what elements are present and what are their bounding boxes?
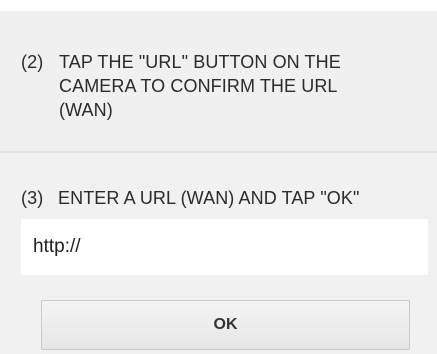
ok-button[interactable]: OK [41, 300, 410, 350]
step3-text: ENTER A URL (WAN) AND TAP "OK" [58, 188, 360, 208]
url-input[interactable] [21, 219, 428, 275]
step2-number: (2) [21, 52, 44, 72]
step2-instruction: (2) TAP THE "URL" BUTTON ON THE CAMERA T… [21, 50, 421, 130]
step3-number: (3) [21, 188, 44, 208]
section-divider [0, 151, 437, 153]
step2-section: (2) TAP THE "URL" BUTTON ON THE CAMERA T… [0, 11, 437, 151]
step2-text: TAP THE "URL" BUTTON ON THE CAMERA TO CO… [59, 52, 341, 120]
step3-instruction: (3) ENTER A URL (WAN) AND TAP "OK" [21, 186, 437, 212]
